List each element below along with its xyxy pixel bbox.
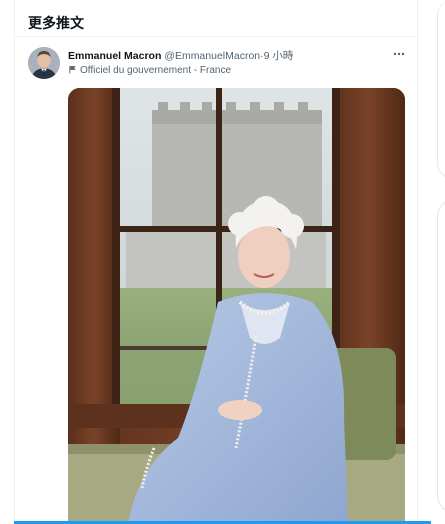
more-horizontal-icon[interactable] bbox=[392, 47, 406, 61]
author-handle[interactable]: @EmmanuelMacron bbox=[164, 50, 260, 62]
affiliation-label: Officiel du gouvernement - France bbox=[80, 65, 232, 76]
sidebar-card bbox=[437, 200, 445, 512]
divider bbox=[15, 36, 416, 37]
affiliation-row: Officiel du gouvernement - France bbox=[68, 65, 231, 76]
author-name[interactable]: Emmanuel Macron bbox=[68, 50, 161, 62]
left-gutter bbox=[0, 0, 14, 524]
photo-image bbox=[68, 88, 405, 524]
flag-icon bbox=[69, 65, 76, 74]
avatar-image bbox=[28, 47, 60, 79]
sidebar-card bbox=[437, 0, 445, 179]
tweet-media-photo[interactable] bbox=[68, 88, 405, 524]
section-title: 更多推文 bbox=[28, 15, 84, 31]
tweet-header: Emmanuel Macron @EmmanuelMacron·9 小時 bbox=[68, 48, 293, 63]
tweet-timestamp[interactable]: 9 小時 bbox=[264, 50, 294, 62]
avatar[interactable] bbox=[28, 47, 60, 79]
